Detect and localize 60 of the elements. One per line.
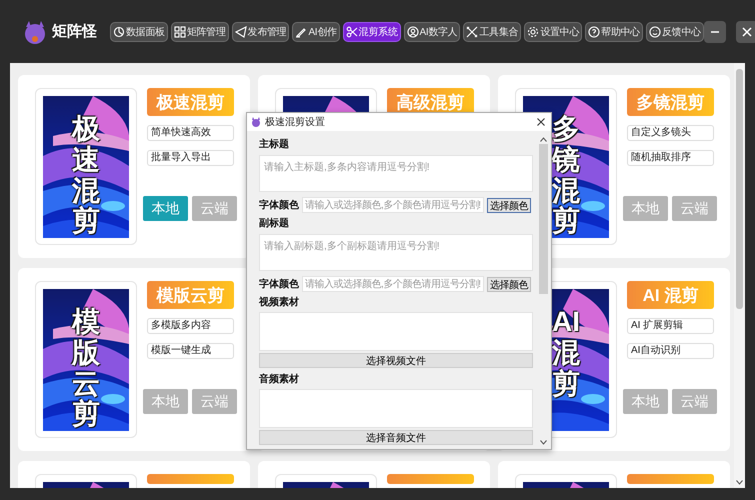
nav-tab[interactable]: 反馈中心 — [646, 22, 704, 42]
nav-tab[interactable]: 设置中心 — [524, 22, 582, 42]
card-title: 模版云剪 — [147, 281, 234, 309]
chevron-down-icon[interactable] — [736, 480, 743, 485]
input-field[interactable]: 请输入或选择颜色,多个颜色请用逗号分割! — [302, 197, 484, 214]
feature-tag: 简单快速高效 — [147, 125, 234, 141]
close-button[interactable] — [736, 20, 755, 42]
pick-color-button[interactable]: 选择颜色 — [487, 276, 531, 292]
feature-tag: 随机抽取排序 — [627, 150, 714, 166]
settings-icon — [527, 26, 540, 38]
close-icon — [537, 118, 545, 126]
feature-tag: 模版一键生成 — [147, 343, 234, 359]
monster-logo-icon — [251, 117, 261, 127]
smile-icon — [648, 26, 661, 38]
nav-tab[interactable]: AI创作 — [292, 22, 340, 42]
nav-tab[interactable]: 发布管理 — [232, 22, 290, 42]
feature-tag: 自定义多镜头 — [627, 125, 714, 141]
card-title: AI 混剪 — [627, 281, 714, 309]
grid-icon — [174, 26, 186, 38]
tools-icon — [466, 26, 478, 38]
feature-tag: 多模版多内容 — [147, 318, 234, 334]
choose-file-button[interactable]: 选择音频文件 — [259, 430, 533, 445]
field-label: 音频素材 — [259, 372, 300, 386]
chart-icon — [113, 26, 125, 38]
close-icon — [742, 26, 752, 36]
person-icon — [406, 26, 418, 38]
nav-tab[interactable]: 工具集合 — [463, 22, 522, 42]
scissors-icon — [346, 26, 358, 38]
input-field[interactable]: 请输入或选择颜色,多个颜色请用逗号分割! — [302, 276, 484, 292]
scrollbar[interactable] — [539, 135, 548, 449]
field-label: 主标题 — [259, 137, 290, 151]
chevron-down-icon — [540, 440, 547, 445]
feature-tag: AI 扩展剪辑 — [627, 318, 714, 334]
dialog-title: 极速混剪设置 — [265, 116, 325, 129]
choose-file-button[interactable]: 选择视频文件 — [259, 353, 533, 368]
nav-tab[interactable]: 混剪系统 — [342, 22, 400, 42]
monster-logo-icon — [22, 18, 48, 44]
feature-tag: 批量导入导出 — [147, 150, 234, 166]
send-icon — [234, 26, 247, 38]
pen-icon — [295, 26, 308, 38]
chevron-up-icon — [540, 137, 547, 142]
minimize-button[interactable] — [704, 20, 726, 42]
nav-tab[interactable]: 数据面板 — [110, 22, 168, 42]
scrollbar[interactable] — [734, 63, 745, 488]
pick-color-button[interactable]: 选择颜色 — [487, 198, 531, 213]
feature-tag: AI自动识别 — [627, 343, 714, 359]
text-area[interactable]: 请输入副标题,多个副标题请用逗号分割! — [259, 234, 533, 272]
nav-tab[interactable]: 矩阵管理 — [170, 22, 229, 42]
text-area[interactable]: 请输入主标题,多条内容请用逗号分割! — [259, 155, 533, 192]
field-label: 视频素材 — [259, 296, 300, 310]
app-name: 矩阵怪 — [52, 22, 97, 41]
close-button[interactable] — [535, 116, 547, 128]
nav-tab[interactable]: 帮助中心 — [585, 22, 643, 42]
field-label: 字体颜色 — [259, 277, 299, 292]
field-label: 字体颜色 — [259, 198, 299, 212]
help-icon — [588, 26, 600, 38]
card-title: 多镜混剪 — [627, 88, 714, 116]
field-label: 副标题 — [259, 216, 290, 230]
nav-tab[interactable]: AI数字人 — [404, 22, 460, 42]
card-title: 极速混剪 — [147, 88, 234, 116]
